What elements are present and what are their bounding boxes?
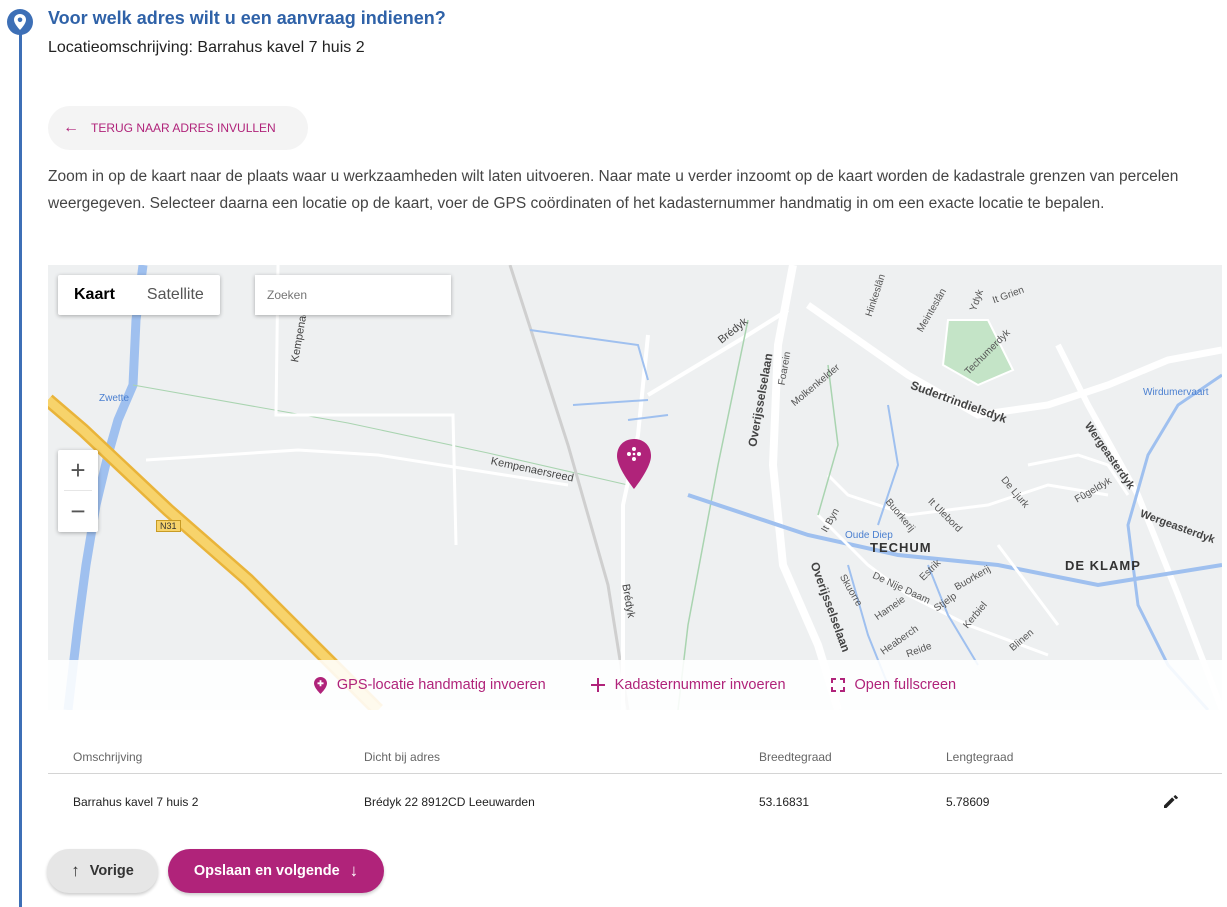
map-search-input[interactable]: [255, 275, 451, 315]
header-lengtegraad: Lengtegraad: [946, 749, 1014, 764]
previous-button[interactable]: ↑ Vorige: [47, 849, 158, 893]
location-description: Locatieomschrijving: Barrahus kavel 7 hu…: [48, 39, 365, 56]
table-row: Barrahus kavel 7 huis 2 Brédyk 22 8912CD…: [48, 774, 1222, 830]
cell-lengtegraad: 5.78609: [946, 795, 990, 809]
gps-manual-label: GPS-locatie handmatig invoeren: [336, 677, 546, 693]
intro-text: Zoom in op de kaart naar de plaats waar …: [48, 168, 1179, 212]
plus-icon: [590, 678, 605, 692]
arrow-left-icon: ←: [63, 119, 79, 136]
cell-breedtegraad: 53.16831: [759, 795, 810, 809]
map-label-techum: TECHUM: [870, 540, 932, 555]
header-breedtegraad: Breedtegraad: [759, 749, 832, 764]
add-location-icon: [313, 676, 327, 694]
map-type-kaart-button[interactable]: Kaart: [58, 275, 131, 315]
map-label-de-klamp: DE KLAMP: [1065, 558, 1141, 573]
fullscreen-label: Open fullscreen: [854, 677, 957, 693]
map-type-satellite-button[interactable]: Satellite: [131, 275, 220, 315]
header-omschrijving: Omschrijving: [73, 749, 143, 764]
map-marker-icon[interactable]: [614, 437, 654, 493]
save-and-next-button[interactable]: Opslaan en volgende ↓: [168, 849, 384, 893]
map-action-bar: GPS-locatie handmatig invoeren Kadastern…: [48, 660, 1222, 710]
map-label-wirdumervaart: Wirdumervaart: [1143, 387, 1209, 398]
fullscreen-icon: [830, 678, 845, 692]
map-container[interactable]: Zwette Kempenaersreed Kempenae N31 Brédy…: [48, 265, 1222, 710]
arrow-up-icon: ↑: [71, 861, 80, 880]
pencil-icon[interactable]: [1162, 792, 1180, 813]
kadaster-button[interactable]: Kadasternummer invoeren: [590, 677, 786, 693]
location-table: Omschrijving Dicht bij adres Breedtegraa…: [48, 740, 1222, 830]
map-label-n31: N31: [156, 520, 181, 532]
fullscreen-button[interactable]: Open fullscreen: [830, 677, 957, 693]
question-title: Voor welk adres wilt u een aanvraag indi…: [48, 8, 446, 28]
header-dicht-bij-adres: Dicht bij adres: [364, 749, 441, 764]
cell-omschrijving: Barrahus kavel 7 huis 2: [73, 795, 199, 809]
previous-label: Vorige: [89, 863, 134, 879]
zoom-out-button[interactable]: −: [58, 491, 98, 531]
map-label-zwette: Zwette: [99, 393, 130, 404]
zoom-in-button[interactable]: +: [58, 450, 98, 490]
table-header: Omschrijving Dicht bij adres Breedtegraa…: [48, 740, 1222, 774]
arrow-down-icon: ↓: [349, 861, 359, 880]
kadaster-label: Kadasternummer invoeren: [614, 677, 786, 693]
back-button-label: TERUG NAAR ADRES INVULLEN: [91, 121, 276, 135]
gps-manual-button[interactable]: GPS-locatie handmatig invoeren: [313, 676, 546, 694]
location-pin-icon: [7, 9, 33, 35]
cell-adres: Brédyk 22 8912CD Leeuwarden: [364, 795, 535, 809]
map-type-control: Kaart Satellite: [58, 275, 220, 315]
back-to-address-button[interactable]: ← TERUG NAAR ADRES INVULLEN: [48, 106, 308, 150]
zoom-control: + −: [58, 450, 98, 532]
step-timeline-line: [19, 32, 22, 907]
save-and-next-label: Opslaan en volgende: [193, 863, 340, 879]
